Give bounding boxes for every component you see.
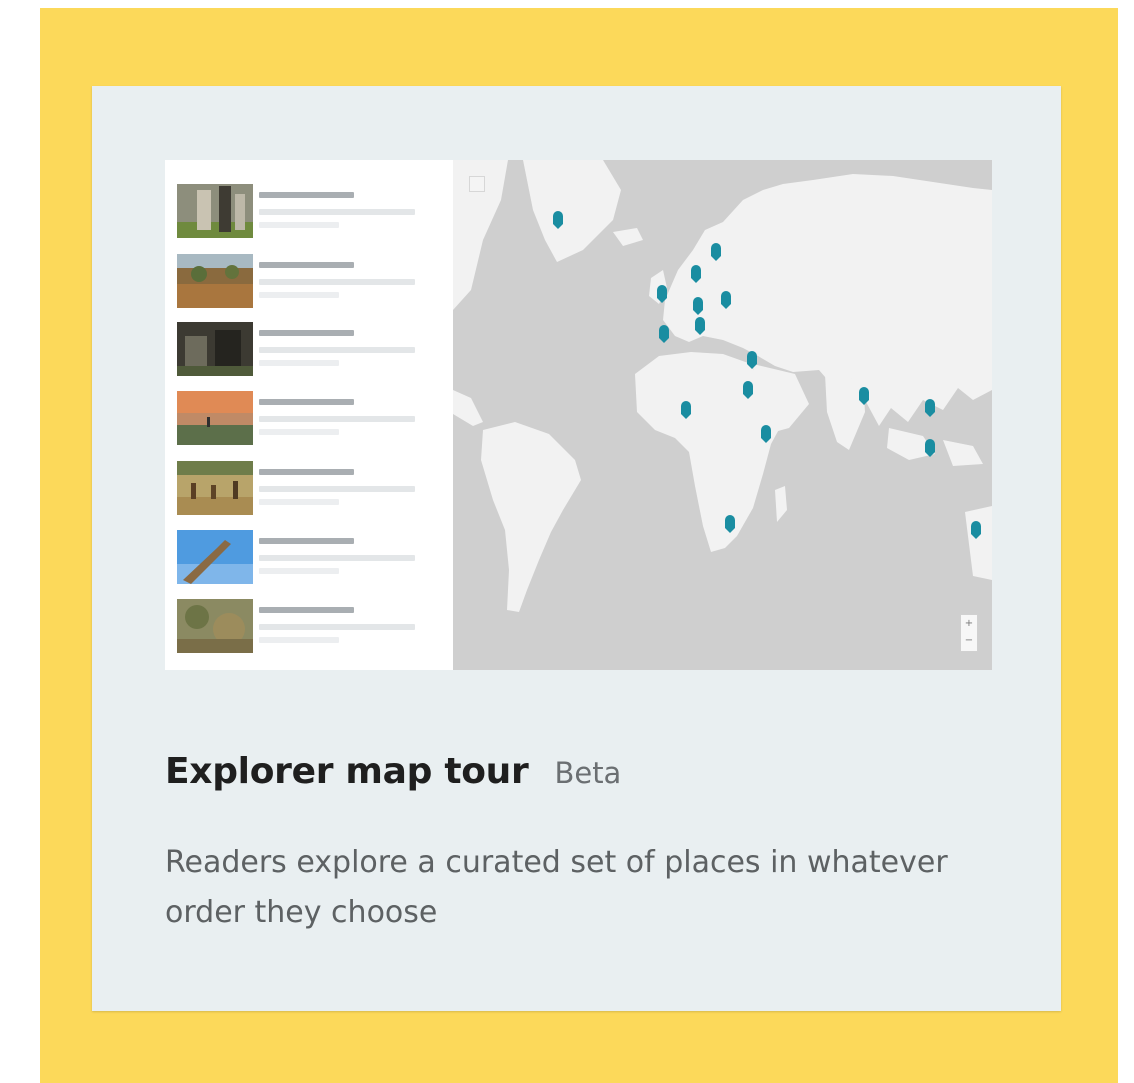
beta-badge: Beta — [554, 756, 622, 790]
list-item — [177, 184, 447, 240]
card-title: Explorer map tour — [165, 751, 529, 792]
highlight-frame: + − Explorer map tour Beta Readers explo… — [40, 8, 1118, 1083]
list-item — [177, 254, 447, 310]
item-text-placeholder — [259, 568, 339, 574]
thumbnail-image — [177, 254, 253, 308]
item-title-placeholder — [259, 469, 354, 475]
list-item — [177, 599, 447, 655]
zoom-controls: + − — [960, 614, 978, 652]
item-text-placeholder — [259, 360, 339, 366]
item-text-placeholder — [259, 499, 339, 505]
item-text-placeholder — [259, 292, 339, 298]
template-preview: + − — [165, 160, 992, 670]
item-text-placeholder — [259, 347, 415, 353]
item-title-placeholder — [259, 192, 354, 198]
map-home-button — [469, 176, 485, 192]
zoom-in-icon: + — [964, 618, 974, 629]
item-text-placeholder — [259, 222, 339, 228]
thumbnail-image — [177, 599, 253, 653]
thumbnail-image — [177, 391, 253, 445]
item-title-placeholder — [259, 262, 354, 268]
card-description: Readers explore a curated set of places … — [165, 845, 948, 930]
item-title-placeholder — [259, 538, 354, 544]
list-item — [177, 391, 447, 447]
template-card[interactable]: + − Explorer map tour Beta Readers explo… — [92, 86, 1061, 1011]
item-text-placeholder — [259, 416, 415, 422]
item-text-placeholder — [259, 429, 339, 435]
list-item — [177, 530, 447, 586]
thumbnail-image — [177, 184, 253, 238]
list-item — [177, 461, 447, 517]
item-title-placeholder — [259, 607, 354, 613]
item-text-placeholder — [259, 209, 415, 215]
world-map-graphic — [453, 160, 992, 670]
place-list — [165, 160, 453, 670]
thumbnail-image — [177, 530, 253, 584]
card-title-row: Explorer map tour Beta — [165, 751, 621, 792]
thumbnail-image — [177, 461, 253, 515]
thumbnail-image — [177, 322, 253, 376]
item-text-placeholder — [259, 637, 339, 643]
item-title-placeholder — [259, 399, 354, 405]
item-text-placeholder — [259, 279, 415, 285]
zoom-out-icon: − — [964, 635, 974, 646]
item-title-placeholder — [259, 330, 354, 336]
item-text-placeholder — [259, 624, 415, 630]
item-text-placeholder — [259, 555, 415, 561]
world-map: + − — [453, 160, 992, 670]
list-item — [177, 322, 447, 378]
item-text-placeholder — [259, 486, 415, 492]
